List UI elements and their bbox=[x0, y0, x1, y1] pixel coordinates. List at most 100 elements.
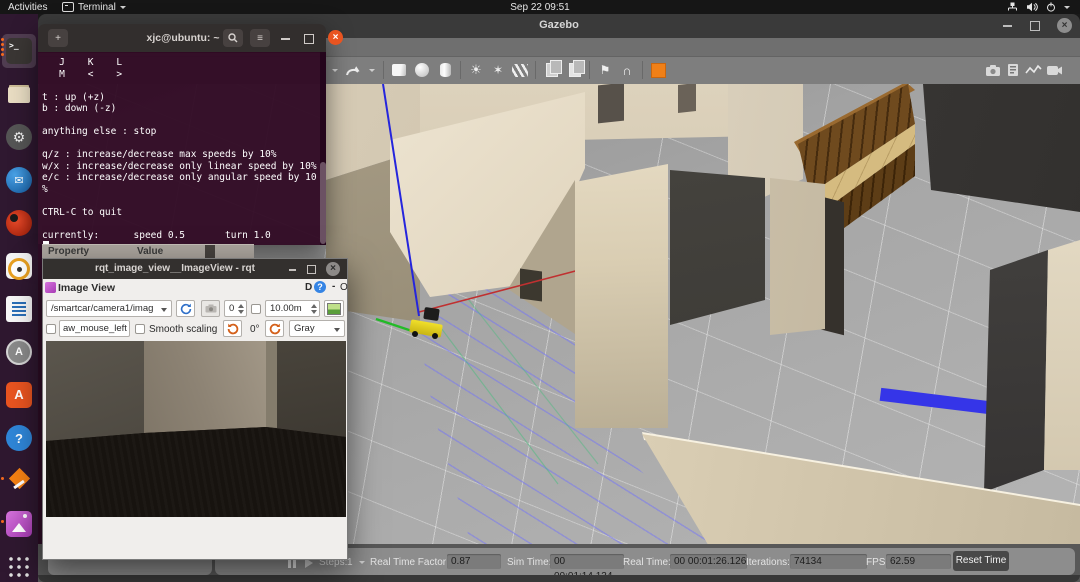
sphere-icon[interactable] bbox=[413, 61, 431, 79]
running-dot bbox=[1, 53, 4, 56]
reset-time-button[interactable]: Reset Time bbox=[953, 551, 1009, 571]
camera-image-view[interactable] bbox=[46, 341, 346, 517]
dock-thunderbird-icon[interactable]: ✉ bbox=[6, 167, 32, 193]
undo-menu-icon[interactable] bbox=[331, 61, 339, 79]
building-editor-icon[interactable] bbox=[649, 61, 667, 79]
sim-time-value: 00 00:01:14.134 bbox=[550, 554, 624, 569]
zoom-spinbox-value: 0 bbox=[229, 303, 234, 314]
terminal-scrollbar-thumb[interactable] bbox=[320, 162, 326, 244]
system-tray[interactable] bbox=[1007, 0, 1070, 14]
rotate-left-button[interactable] bbox=[223, 320, 242, 337]
terminal-titlebar[interactable]: + xjc@ubuntu: ~ ≡ × bbox=[38, 24, 326, 53]
terminal-title: xjc@ubuntu: ~ bbox=[128, 32, 238, 44]
max-range-spinbox[interactable]: 10.00m bbox=[265, 300, 320, 317]
dock-show-applications-icon[interactable] bbox=[6, 554, 30, 578]
paste-icon[interactable] bbox=[566, 61, 584, 79]
rqt-window: rqt_image_view__ImageView - rqt × Image … bbox=[42, 258, 348, 560]
save-image-button[interactable] bbox=[201, 300, 220, 317]
dock-ladybug-icon[interactable] bbox=[6, 210, 32, 236]
spin-up-icon[interactable] bbox=[311, 304, 317, 308]
dock-image-viewer-icon[interactable] bbox=[6, 511, 32, 537]
terminal-close-button[interactable]: × bbox=[328, 30, 343, 45]
volume-icon bbox=[1026, 2, 1038, 12]
plugin-close-button[interactable]: O bbox=[340, 282, 348, 293]
plugin-settings-button[interactable]: D bbox=[305, 282, 312, 293]
chevron-down-icon bbox=[1064, 6, 1070, 9]
log-record-icon[interactable] bbox=[1004, 61, 1022, 79]
screen: Gazebo × ☀ ✶ ⚑ ∩ bbox=[0, 0, 1080, 582]
max-range-value: 10.00m bbox=[270, 303, 302, 314]
topic-combobox-value: /smartcar/camera1/imag bbox=[51, 303, 153, 314]
redo-menu-icon[interactable] bbox=[368, 61, 376, 79]
smooth-scaling-checkbox[interactable] bbox=[135, 324, 145, 334]
rqt-close-button[interactable]: × bbox=[326, 262, 340, 276]
colormap-value: Gray bbox=[294, 323, 315, 334]
fps-label: FPS: bbox=[866, 557, 888, 568]
terminal-body[interactable]: J K L M < > t : up (+z) b : down (-z) an… bbox=[38, 52, 326, 245]
cylinder-icon[interactable] bbox=[436, 61, 454, 79]
mouse-topic-value: aw_mouse_left bbox=[63, 323, 127, 334]
combo-caret-icon bbox=[334, 328, 340, 332]
rotation-angle-label: 0° bbox=[250, 324, 260, 335]
plugin-minimize-button[interactable]: - bbox=[332, 281, 335, 292]
rqt-titlebar[interactable]: rqt_image_view__ImageView - rqt × bbox=[43, 259, 347, 279]
running-dot bbox=[1, 48, 4, 51]
redo-icon[interactable] bbox=[341, 61, 365, 79]
dock-files-icon[interactable] bbox=[6, 81, 32, 107]
colormap-combobox[interactable]: Gray bbox=[289, 320, 345, 337]
gazebo-maximize-button[interactable] bbox=[1030, 21, 1040, 31]
smartcar-wheel-front bbox=[412, 331, 418, 337]
terminal-minimize-button[interactable] bbox=[281, 38, 290, 40]
mouse-topic-field[interactable]: aw_mouse_left bbox=[59, 320, 130, 337]
real-time-label: Real Time: bbox=[623, 557, 671, 568]
dock-rhythmbox-icon[interactable] bbox=[6, 253, 32, 279]
copy-icon[interactable] bbox=[543, 61, 561, 79]
directional-light-icon[interactable] bbox=[510, 61, 529, 79]
network-icon bbox=[1007, 2, 1018, 12]
point-light-icon[interactable]: ☀ bbox=[467, 61, 485, 79]
search-button[interactable] bbox=[223, 29, 243, 47]
steps-dropdown-icon[interactable] bbox=[359, 561, 365, 564]
terminal-maximize-button[interactable] bbox=[304, 34, 314, 44]
dynamic-range-checkbox[interactable] bbox=[251, 304, 261, 314]
smartcar-camera bbox=[423, 307, 440, 321]
terminal-output: J K L M < > t : up (+z) b : down (-z) an… bbox=[38, 52, 326, 246]
plugin-help-button[interactable]: ? bbox=[314, 281, 326, 293]
publish-click-checkbox[interactable] bbox=[46, 324, 56, 334]
running-dot bbox=[1, 520, 4, 523]
spin-up-icon[interactable] bbox=[238, 304, 244, 308]
spin-down-icon[interactable] bbox=[311, 310, 317, 314]
zoom-spinbox[interactable]: 0 bbox=[224, 300, 247, 317]
sim-time-label: Sim Time: bbox=[507, 557, 551, 568]
dock-help-icon[interactable]: ? bbox=[6, 425, 32, 451]
iterations-value: 74134 bbox=[790, 554, 867, 569]
rqt-minimize-button[interactable] bbox=[289, 269, 296, 271]
new-tab-button[interactable]: + bbox=[48, 29, 68, 47]
running-dot bbox=[1, 43, 4, 46]
dock-libreoffice-writer-icon[interactable] bbox=[6, 296, 32, 322]
dock-gazebo-icon[interactable] bbox=[6, 468, 32, 494]
spot-light-icon[interactable]: ✶ bbox=[489, 61, 507, 79]
snap-magnet-icon[interactable]: ∩ bbox=[618, 61, 636, 79]
dock-libreoffice-startcenter-icon[interactable]: A bbox=[6, 339, 32, 365]
plot-icon[interactable] bbox=[1023, 61, 1043, 79]
rotate-right-button[interactable] bbox=[265, 320, 284, 337]
box-icon[interactable] bbox=[390, 61, 408, 79]
topic-combobox[interactable]: /smartcar/camera1/imag bbox=[46, 300, 172, 317]
dock-settings-icon[interactable]: ⚙ bbox=[6, 124, 32, 150]
image-options-button[interactable] bbox=[324, 300, 344, 317]
terminal-menu-button[interactable]: ≡ bbox=[250, 29, 270, 47]
terminal-scrollbar[interactable] bbox=[320, 52, 326, 245]
running-dot bbox=[1, 38, 4, 41]
rqt-maximize-button[interactable] bbox=[307, 265, 316, 274]
refresh-topics-button[interactable] bbox=[176, 300, 195, 317]
video-record-icon[interactable] bbox=[1044, 61, 1064, 79]
screenshot-icon[interactable] bbox=[983, 61, 1003, 79]
dock-ubuntu-software-icon[interactable]: A bbox=[6, 382, 32, 408]
gazebo-close-button[interactable]: × bbox=[1057, 18, 1072, 33]
clock[interactable]: Sep 22 09:51 bbox=[0, 0, 1080, 14]
gazebo-minimize-button[interactable] bbox=[1003, 25, 1012, 27]
spin-down-icon[interactable] bbox=[238, 310, 244, 314]
dock-terminal-icon[interactable]: >_ bbox=[6, 38, 32, 64]
align-icon[interactable]: ⚑ bbox=[596, 61, 614, 79]
